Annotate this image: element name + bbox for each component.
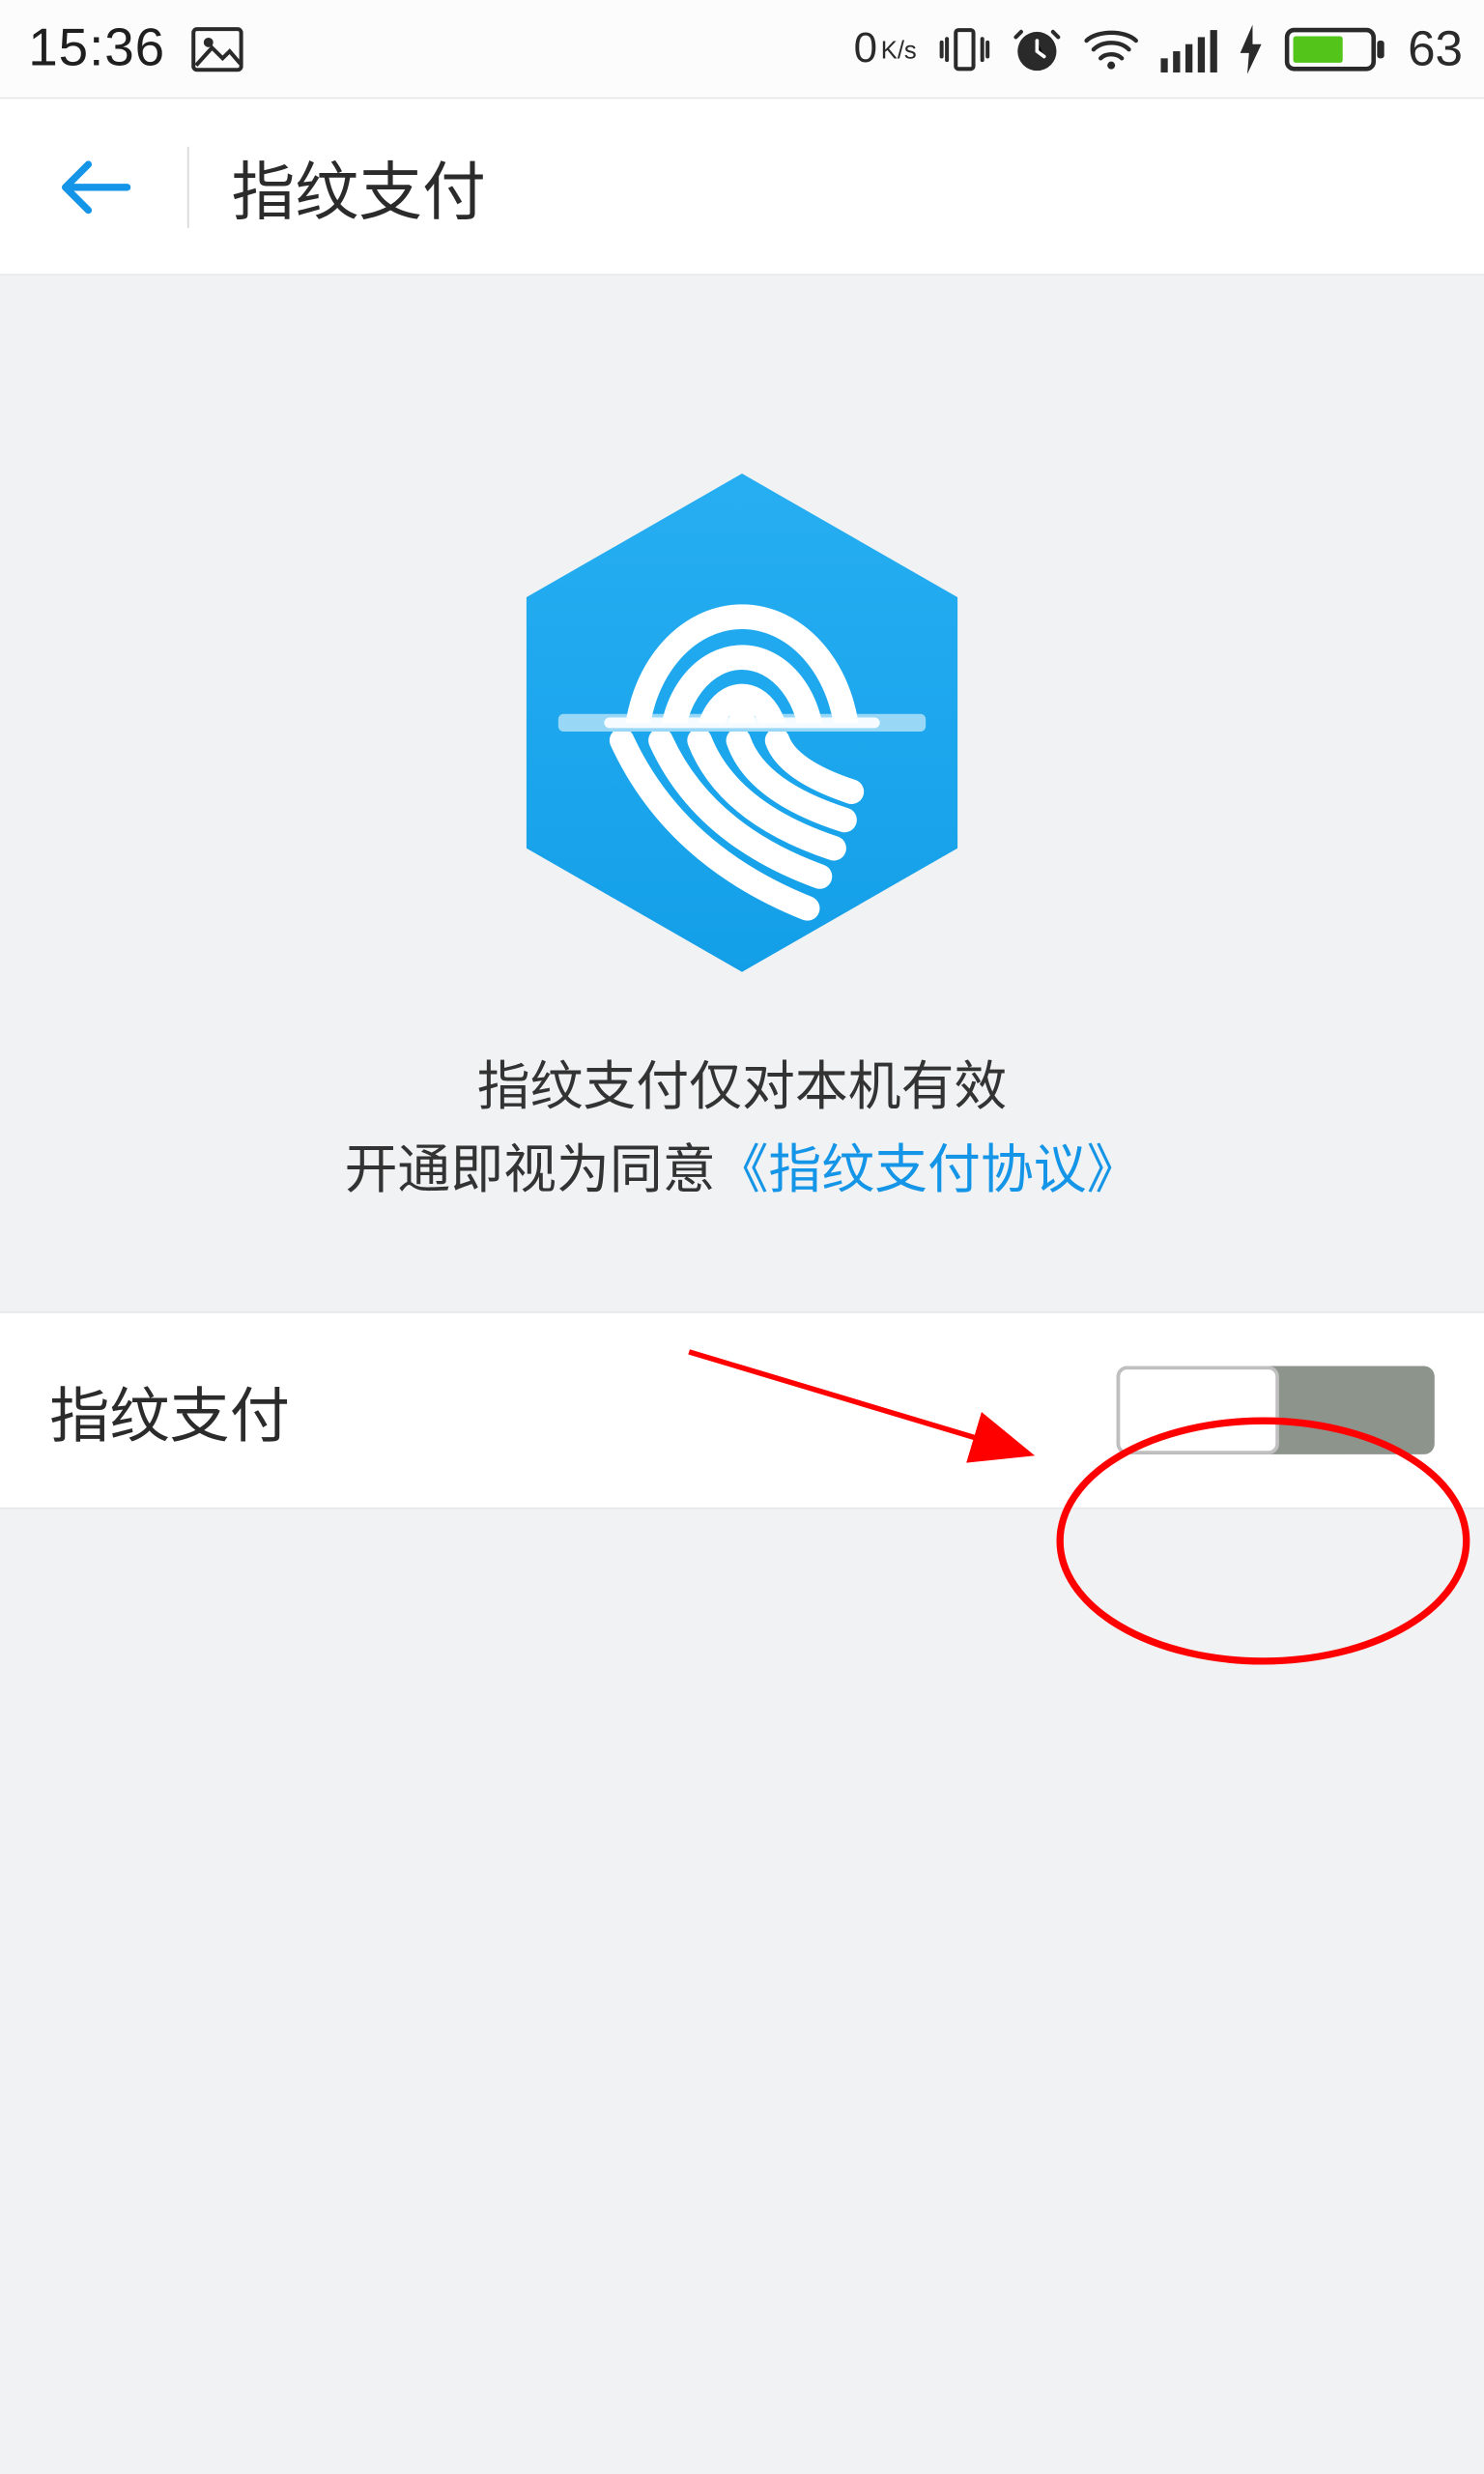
- agreement-link[interactable]: 《指纹支付协议》: [716, 1140, 1140, 1198]
- fingerprint-pay-row: 指纹支付: [0, 1313, 1484, 1508]
- app-header: 指纹支付: [0, 99, 1484, 275]
- signal-icon: [1160, 26, 1217, 72]
- hero-description: 指纹支付仅对本机有效 开通即视为同意《指纹支付协议》: [345, 1048, 1140, 1212]
- battery-percent: 63: [1408, 20, 1463, 77]
- vibrate-icon: [938, 24, 991, 73]
- network-speed: 0 K/s: [854, 24, 917, 73]
- clock: 15:36: [28, 18, 165, 78]
- hero-line-2: 开通即视为同意《指纹支付协议》: [345, 1130, 1140, 1212]
- hero-line-1: 指纹支付仅对本机有效: [345, 1048, 1140, 1130]
- wifi-icon: [1083, 26, 1140, 72]
- charging-icon: [1239, 24, 1264, 73]
- status-bar: 15:36 0 K/s: [0, 0, 1484, 99]
- agreement-prefix: 开通即视为同意: [345, 1140, 716, 1198]
- network-speed-unit: K/s: [881, 35, 917, 63]
- hero-section: 指纹支付仅对本机有效 开通即视为同意《指纹支付协议》: [0, 275, 1484, 1212]
- network-speed-value: 0: [854, 24, 877, 73]
- page-title: 指纹支付: [232, 140, 486, 232]
- picture-icon: [190, 26, 243, 72]
- settings-section: 指纹支付: [0, 1311, 1484, 1510]
- battery-icon: [1284, 24, 1386, 73]
- back-button[interactable]: [0, 99, 187, 273]
- arrow-left-icon: [57, 155, 131, 218]
- alarm-icon: [1012, 24, 1061, 73]
- fingerprint-pay-toggle[interactable]: [1117, 1366, 1435, 1453]
- header-divider: [187, 146, 189, 227]
- fingerprint-pay-label: 指纹支付: [49, 1366, 290, 1453]
- toggle-knob: [1117, 1366, 1279, 1453]
- fingerprint-hexagon-graphic: [516, 467, 968, 988]
